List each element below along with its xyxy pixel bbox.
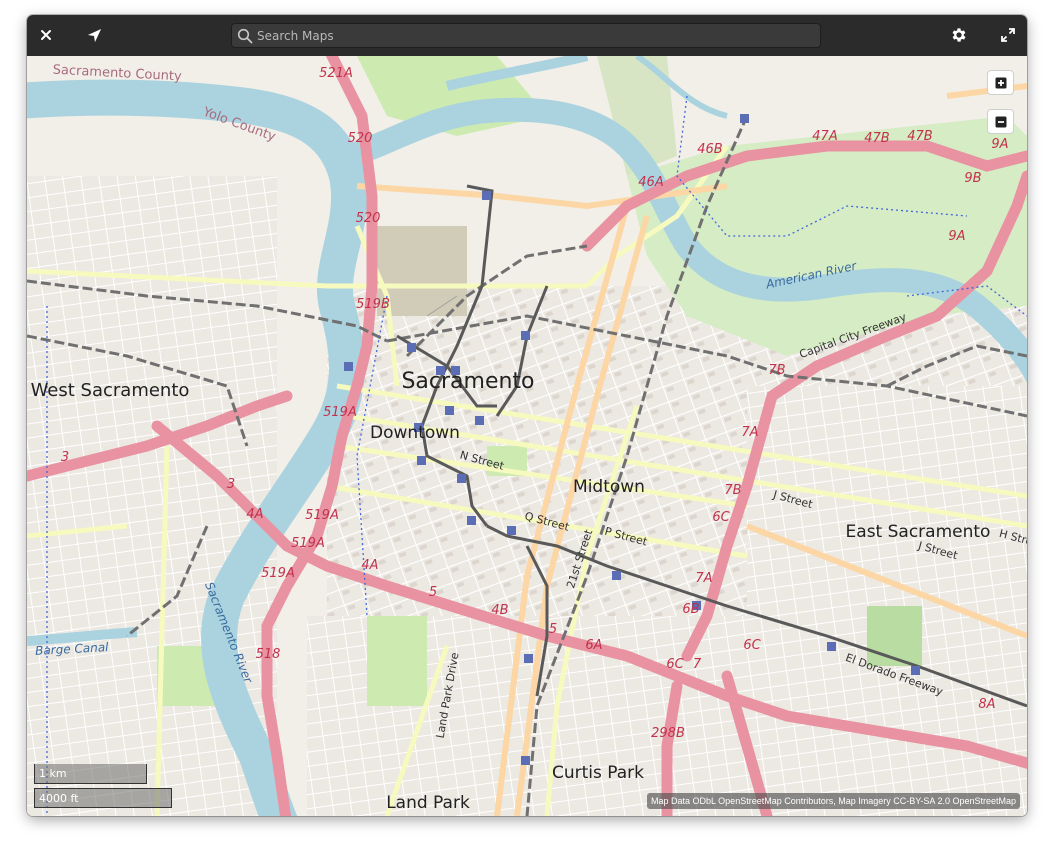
label-curtis-park: Curtis Park bbox=[552, 763, 644, 783]
exit-label: 5 bbox=[429, 585, 437, 600]
exit-label: 7B bbox=[724, 483, 741, 498]
map-attribution[interactable]: Map Data ODbL OpenStreetMap Contributors… bbox=[646, 793, 1020, 809]
exit-label: 4A bbox=[361, 558, 378, 573]
fullscreen-icon bbox=[1001, 28, 1015, 42]
exit-label: 519A bbox=[323, 405, 357, 420]
exit-label: 7A bbox=[741, 425, 758, 440]
exit-label: 520 bbox=[356, 211, 381, 226]
exit-label: 521A bbox=[319, 66, 353, 81]
exit-label: 8A bbox=[978, 697, 995, 712]
scale-bar-metric: 1 km bbox=[34, 764, 147, 784]
settings-button[interactable] bbox=[944, 20, 974, 50]
search-field[interactable] bbox=[231, 23, 821, 48]
plus-icon bbox=[995, 77, 1006, 88]
exit-label: 9A bbox=[991, 137, 1008, 152]
zoom-out-button[interactable] bbox=[987, 109, 1014, 134]
exit-label: 519A bbox=[305, 508, 339, 523]
minus-icon bbox=[995, 116, 1006, 127]
label-west-sacramento: West Sacramento bbox=[31, 380, 190, 401]
close-button[interactable] bbox=[31, 20, 61, 50]
close-icon bbox=[41, 30, 51, 40]
exit-label: 47B bbox=[907, 129, 933, 144]
exit-label: 6C bbox=[666, 657, 684, 672]
scale-bar-imperial: 4000 ft bbox=[34, 788, 172, 808]
exit-label: 6C bbox=[712, 510, 730, 525]
maps-window: Sacramento Downtown Midtown East Sacrame… bbox=[27, 15, 1027, 816]
exit-label: 298B bbox=[651, 726, 685, 741]
label-sacramento: Sacramento bbox=[401, 369, 534, 394]
exit-label: 6C bbox=[743, 638, 761, 653]
park-land-park bbox=[367, 616, 427, 706]
rail-yard bbox=[377, 226, 467, 316]
exit-label: 519A bbox=[261, 566, 295, 581]
search-input[interactable] bbox=[253, 28, 820, 43]
exit-label: 519B bbox=[356, 297, 390, 312]
gear-icon bbox=[952, 28, 966, 42]
exit-label: 46A bbox=[638, 175, 663, 190]
label-downtown: Downtown bbox=[370, 423, 460, 443]
header-bar bbox=[27, 15, 1027, 57]
exit-label: 4B bbox=[491, 603, 508, 618]
map-view[interactable]: Sacramento Downtown Midtown East Sacrame… bbox=[27, 40, 1027, 816]
exit-label: 6A bbox=[585, 638, 602, 653]
search-icon bbox=[237, 28, 253, 43]
exit-label: 9A bbox=[948, 229, 965, 244]
label-east-sacramento: East Sacramento bbox=[846, 522, 991, 542]
exit-label: 7B bbox=[768, 363, 785, 378]
zoom-in-button[interactable] bbox=[987, 70, 1014, 95]
location-arrow-icon bbox=[87, 28, 101, 42]
label-land-park: Land Park bbox=[386, 793, 470, 813]
map-canvas[interactable]: Sacramento Downtown Midtown East Sacrame… bbox=[27, 40, 1027, 816]
label-midtown: Midtown bbox=[573, 477, 645, 497]
exit-label: 3 bbox=[227, 477, 235, 492]
exit-label: 46B bbox=[697, 142, 723, 157]
exit-label: 7A bbox=[695, 571, 712, 586]
exit-label: 9B bbox=[964, 171, 981, 186]
exit-label: 6B bbox=[682, 602, 699, 617]
exit-label: 520 bbox=[348, 131, 373, 146]
exit-label: 5 bbox=[549, 622, 557, 637]
exit-label: 519A bbox=[291, 536, 325, 551]
exit-label: 7 bbox=[693, 657, 702, 672]
exit-label: 518 bbox=[256, 647, 281, 662]
exit-label: 4A bbox=[246, 507, 263, 522]
fullscreen-button[interactable] bbox=[993, 20, 1023, 50]
locate-button[interactable] bbox=[79, 20, 109, 50]
exit-label: 47A bbox=[812, 129, 837, 144]
exit-label: 3 bbox=[61, 450, 69, 465]
exit-label: 47B bbox=[864, 131, 890, 146]
